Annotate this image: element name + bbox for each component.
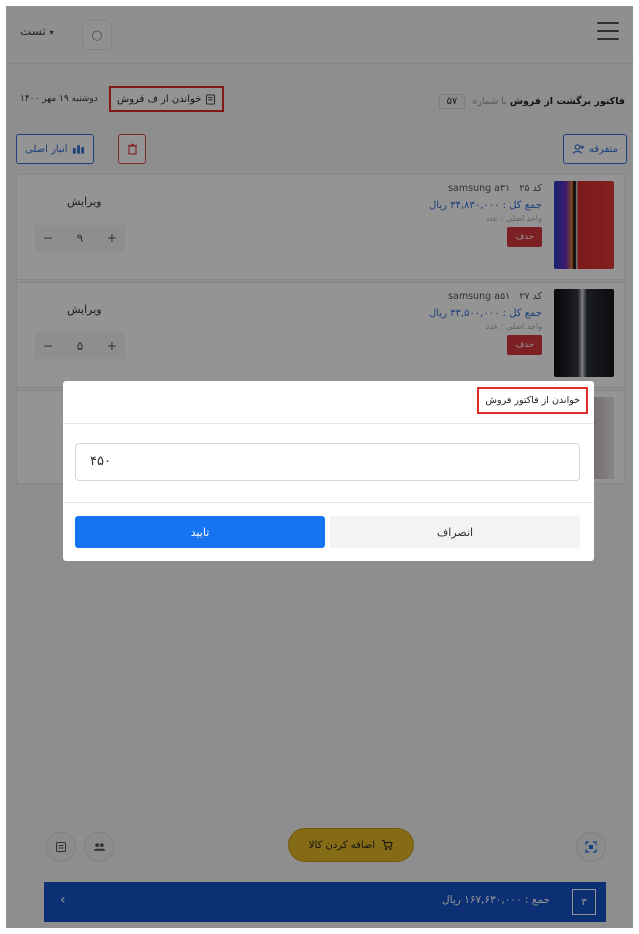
read-invoice-dialog: خواندن از فاکتور فروش ۴۵۰ تایید انصراف: [63, 381, 594, 561]
app-screen: ▾ تست ○ دوشنبه ۱۹ مهر ۱۴۰۰ خواندن از ف ف…: [6, 6, 633, 928]
confirm-button[interactable]: تایید: [75, 516, 325, 548]
dialog-title: خواندن از فاکتور فروش: [477, 387, 588, 414]
divider: [63, 423, 594, 424]
divider: [63, 502, 594, 503]
invoice-number-input[interactable]: ۴۵۰: [75, 443, 580, 481]
cancel-button[interactable]: انصراف: [330, 516, 580, 548]
